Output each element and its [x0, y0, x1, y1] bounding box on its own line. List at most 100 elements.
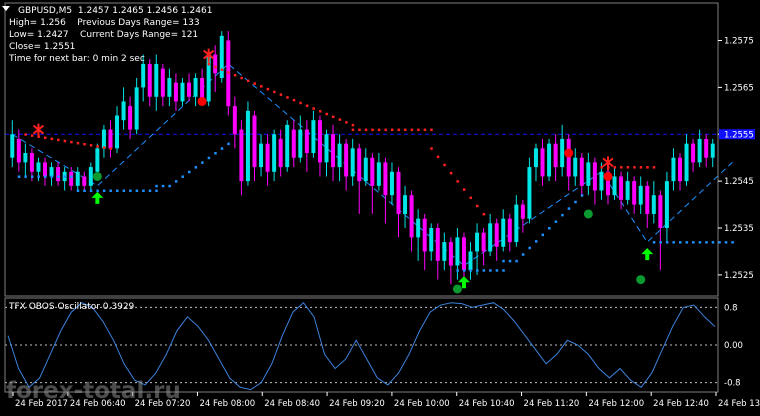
candle-body: [389, 171, 394, 196]
resistance-dot: [430, 147, 433, 150]
candle-body: [108, 129, 113, 149]
candle-body: [488, 223, 493, 252]
resistance-dot: [214, 65, 217, 69]
candle-body: [514, 204, 519, 243]
support-dot: [502, 259, 505, 263]
price-axis-label: 1.2565: [724, 83, 754, 93]
oscillator-panel[interactable]: [5, 301, 718, 391]
candle-body: [147, 63, 152, 97]
resistance-dot: [371, 128, 374, 132]
resistance-dot: [253, 82, 256, 85]
candle-body: [651, 195, 656, 214]
resistance-dot: [404, 128, 407, 132]
resistance-dot: [332, 115, 335, 119]
candle-body: [566, 138, 571, 177]
resistance-dot: [456, 180, 459, 183]
candle-body: [75, 171, 80, 186]
candle-body: [56, 167, 61, 182]
resistance-dot: [410, 128, 414, 132]
candle-body: [350, 148, 355, 177]
resistance-dot: [57, 138, 60, 142]
candle-body: [180, 82, 185, 102]
support-dot: [227, 142, 230, 146]
resistance-dot: [312, 107, 315, 110]
support-dot: [521, 253, 525, 256]
candle-body: [684, 143, 689, 182]
candle-body: [553, 143, 558, 168]
support-dot: [541, 233, 545, 237]
resistance-dot: [436, 155, 440, 159]
resistance-dot: [286, 96, 289, 99]
support-dot: [711, 241, 715, 244]
time-axis-label: 24 Feb 09:20: [329, 399, 385, 409]
candle-body: [533, 148, 538, 168]
candle-body: [409, 195, 414, 238]
watermark: forex-total.ru: [6, 378, 181, 404]
support-dot: [692, 241, 695, 244]
candle-body: [383, 162, 388, 196]
support-dot: [135, 189, 139, 193]
candle-body: [448, 242, 453, 266]
candle-body: [520, 204, 525, 219]
support-dot: [194, 166, 198, 169]
oscillator-axis-label: -0.8: [724, 379, 741, 389]
candle-body: [311, 120, 316, 154]
candle-body: [160, 68, 165, 97]
support-dot: [155, 184, 158, 188]
support-dot: [168, 184, 171, 188]
oscillator-axis-label: 0.8: [724, 303, 738, 313]
candle-body: [88, 167, 93, 186]
resistance-dot: [83, 143, 86, 146]
candle-body: [128, 106, 133, 130]
resistance-dot: [639, 166, 643, 169]
candle-body: [540, 148, 545, 177]
candle-body: [331, 134, 336, 168]
candle-body: [363, 157, 368, 182]
support-dot: [76, 189, 80, 193]
candle-body: [442, 242, 447, 261]
support-dot: [731, 241, 734, 244]
support-dot: [24, 175, 27, 178]
candle-body: [527, 167, 532, 219]
support-dot: [724, 241, 728, 244]
candle-body: [658, 195, 663, 229]
candle-body: [376, 162, 381, 186]
resistance-dot: [63, 139, 67, 143]
candle-body: [638, 185, 643, 205]
candle-body: [422, 218, 427, 252]
candle-body: [324, 134, 329, 163]
support-dot: [102, 189, 106, 193]
resistance-dot: [24, 133, 27, 136]
support-dot: [129, 189, 132, 193]
price-panel[interactable]: [5, 31, 734, 294]
candle-body: [547, 143, 552, 177]
support-dot: [652, 241, 656, 244]
candle-body: [455, 237, 460, 266]
candle-body: [36, 162, 41, 172]
candle-body: [317, 120, 322, 163]
candle-body: [475, 232, 480, 252]
time-axis-label: 24 Feb 11:20: [524, 399, 580, 409]
support-dot: [534, 240, 538, 243]
candle-body: [82, 176, 87, 186]
support-dot: [201, 161, 204, 164]
support-dot: [30, 175, 34, 178]
support-dot: [174, 180, 178, 183]
resistance-dot: [600, 166, 603, 169]
resistance-dot: [345, 121, 348, 124]
support-dot: [476, 269, 479, 272]
support-dot: [508, 259, 512, 263]
support-dot: [462, 269, 466, 272]
resistance-dot: [397, 128, 401, 132]
candle-body: [49, 167, 54, 177]
candle-body: [677, 157, 682, 182]
candle-body: [193, 78, 198, 97]
candle-body: [298, 129, 303, 158]
candle-body: [370, 157, 375, 186]
candle-body: [29, 153, 34, 172]
candle-body: [259, 143, 264, 168]
candle-body: [245, 110, 250, 182]
candle-body: [691, 143, 696, 163]
support-dot: [456, 269, 459, 272]
candle-body: [664, 181, 669, 229]
